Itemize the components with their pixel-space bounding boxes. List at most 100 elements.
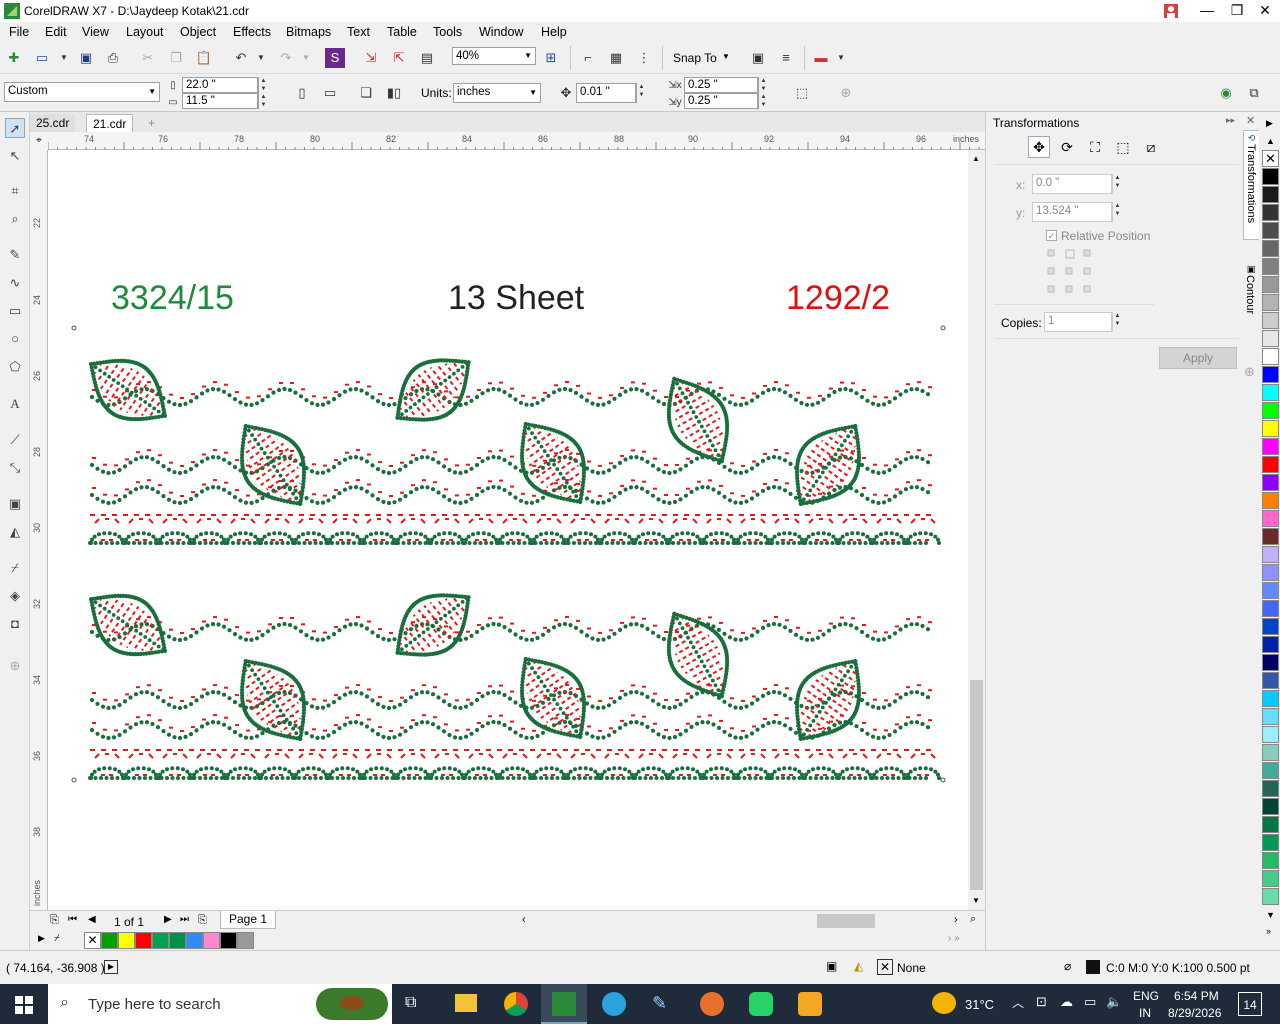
tray-chevron-icon[interactable]: ︿	[1012, 994, 1024, 1011]
portrait-icon[interactable]: ▯	[292, 83, 312, 103]
eyedropper-palette-icon[interactable]: ⌿	[54, 933, 60, 944]
no-color-swatch[interactable]: ✕	[1262, 150, 1279, 167]
palette-swatch[interactable]	[1262, 348, 1279, 365]
menu-effects[interactable]: Effects	[233, 25, 271, 39]
relative-position-checkbox[interactable]: ✓	[1046, 230, 1057, 241]
palette-swatch[interactable]	[1262, 240, 1279, 257]
document-palette-swatch[interactable]	[118, 932, 135, 949]
label-left[interactable]: 3324/15	[111, 279, 234, 317]
horizontal-scroll-thumb[interactable]	[817, 914, 875, 928]
network-icon[interactable]: ☁	[1060, 994, 1073, 1010]
all-pages-icon[interactable]: ❏	[356, 83, 376, 103]
interactive-fill-icon[interactable]: ◈	[5, 586, 25, 606]
palette-swatch[interactable]	[1262, 492, 1279, 509]
language-code[interactable]: ENG	[1133, 989, 1159, 1003]
corel-connect-icon[interactable]: ◉	[1216, 83, 1236, 103]
palette-swatch[interactable]	[1262, 330, 1279, 347]
palette-swatch[interactable]	[1262, 312, 1279, 329]
search-content-icon[interactable]: S	[325, 48, 345, 68]
tab-25-cdr[interactable]: 25.cdr	[30, 114, 76, 132]
x-position-spinner[interactable]: ▲ ▼	[1112, 174, 1122, 194]
scroll-up-icon[interactable]: ▲	[972, 154, 980, 163]
windows-start-icon[interactable]	[15, 996, 33, 1014]
add-toolbar-item-icon[interactable]: ⊕	[836, 83, 856, 103]
palette-swatch[interactable]	[1262, 852, 1279, 869]
save-icon[interactable]: ▣	[76, 48, 96, 68]
palette-swatch[interactable]	[1262, 546, 1279, 563]
page-width-spinner[interactable]: ▲ ▼	[258, 77, 268, 93]
menu-window[interactable]: Window	[479, 25, 523, 39]
show-grid-icon[interactable]: ▦	[606, 48, 626, 68]
anchor-grid[interactable]	[1046, 248, 1094, 296]
ellipse-tool-icon[interactable]: ○	[5, 329, 25, 349]
menu-file[interactable]: File	[9, 25, 29, 39]
add-page-before-icon[interactable]: ⎘	[50, 914, 59, 927]
pick-tool-icon[interactable]: ➚	[5, 118, 25, 138]
border-pattern[interactable]	[88, 358, 941, 780]
palette-swatch[interactable]	[1262, 456, 1279, 473]
palette-swatches[interactable]	[1262, 168, 1279, 908]
palette-swatch[interactable]	[1262, 600, 1279, 617]
palette-swatch[interactable]	[1262, 276, 1279, 293]
options-icon[interactable]: ▣	[748, 48, 768, 68]
horizontal-ruler[interactable]: 74 76 78 80 82 84 86 88 90 92 94 96 inch…	[48, 132, 985, 150]
language-region[interactable]: IN	[1139, 1006, 1151, 1020]
palette-swatch[interactable]	[1262, 294, 1279, 311]
user-icon[interactable]	[1154, 0, 1188, 22]
navigator-icon[interactable]: ⌕	[970, 913, 976, 926]
tab-21-cdr[interactable]: 21.cdr	[86, 114, 134, 132]
scroll-right-icon[interactable]: ›	[954, 914, 958, 926]
last-page-icon[interactable]: ⏭	[180, 914, 189, 925]
outline-color-swatch[interactable]	[1086, 960, 1100, 974]
docker-expand-icon[interactable]: ▸▸	[1226, 115, 1235, 126]
undo-dropdown-icon[interactable]: ▼	[251, 48, 271, 68]
palette-swatch[interactable]	[1262, 384, 1279, 401]
current-page-icon[interactable]: ▮▯	[384, 83, 404, 103]
y-position-spinner[interactable]: ▲ ▼	[1112, 202, 1122, 222]
taskbar-search-box[interactable]: ⌕ Type here to search	[48, 984, 392, 1024]
palette-swatch[interactable]	[1262, 222, 1279, 239]
doc-palette-scroll-icon[interactable]: › »	[948, 933, 960, 944]
file-explorer-icon[interactable]	[455, 994, 477, 1012]
print-icon[interactable]: ⎙	[103, 48, 123, 68]
palette-swatch[interactable]	[1262, 654, 1279, 671]
snap-to-dropdown[interactable]: Snap To	[673, 51, 717, 65]
polygon-tool-icon[interactable]: ⬠	[5, 357, 25, 377]
pen-app-icon[interactable]: ✎	[652, 993, 667, 1014]
page-size-select[interactable]: Custom ▼	[4, 82, 160, 102]
welcome-screen-icon[interactable]: ▬	[811, 48, 831, 68]
palette-scroll-down-icon[interactable]: ▼	[1266, 910, 1275, 920]
first-page-icon[interactable]: ⏮	[68, 914, 77, 925]
chrome-icon[interactable]	[504, 992, 528, 1016]
menu-object[interactable]: Object	[180, 25, 216, 39]
new-tab-icon[interactable]: +	[142, 114, 161, 132]
docker-close-icon[interactable]: ✕	[1246, 114, 1255, 127]
outline-pen-icon[interactable]: ⌀	[1064, 959, 1071, 973]
scroll-down-icon[interactable]: ▼	[972, 896, 980, 905]
palette-swatch[interactable]	[1262, 402, 1279, 419]
document-palette-swatch[interactable]	[237, 932, 254, 949]
menu-view[interactable]: View	[82, 25, 109, 39]
palette-menu-icon[interactable]: ▶	[1266, 118, 1273, 129]
palette-swatch[interactable]	[1262, 708, 1279, 725]
status-flyout-icon[interactable]: ▶	[104, 960, 118, 974]
task-view-icon[interactable]: ⧉	[405, 994, 416, 1012]
palette-swatch[interactable]	[1262, 204, 1279, 221]
x-position-input[interactable]: 0.0 "	[1032, 174, 1112, 194]
show-guidelines-icon[interactable]: ⋮	[634, 48, 654, 68]
document-swatches[interactable]: ✕	[84, 932, 284, 950]
page-tab[interactable]: Page 1	[220, 911, 277, 929]
document-palette-swatch[interactable]: ✕	[84, 932, 101, 949]
fill-properties-icon[interactable]: ▣	[826, 959, 837, 973]
palette-swatch[interactable]	[1262, 780, 1279, 797]
connector-tool-icon[interactable]: ⤡	[5, 458, 25, 478]
menu-help[interactable]: Help	[541, 25, 567, 39]
search-highlight-image[interactable]	[316, 988, 388, 1020]
toolbar-options-dropdown-icon[interactable]: ▼	[831, 48, 851, 68]
palette-swatch[interactable]	[1262, 726, 1279, 743]
nudge-distance-input[interactable]: 0.01 "	[576, 83, 636, 103]
fill-bucket-icon[interactable]: ◭	[854, 959, 863, 973]
palette-swatch[interactable]	[1262, 582, 1279, 599]
label-center[interactable]: 13 Sheet	[448, 279, 585, 317]
palette-swatch[interactable]	[1262, 636, 1279, 653]
